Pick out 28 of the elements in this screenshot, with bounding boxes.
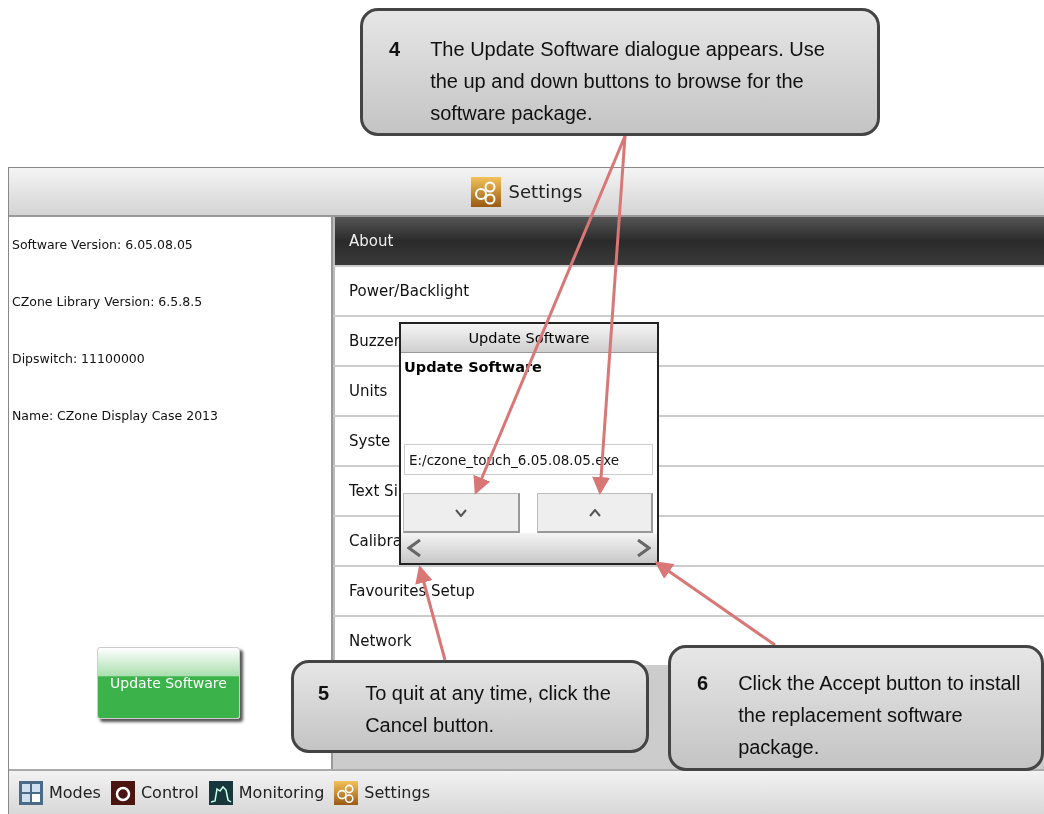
- dialog-title: Update Software: [401, 324, 657, 353]
- gears-icon: [470, 176, 501, 207]
- info-text: CZone Library Version: 6.5.8.5: [12, 294, 204, 311]
- menu-item[interactable]: Favourites Setup: [333, 567, 1044, 615]
- info-text: Dipswitch: 11100000: [12, 351, 146, 368]
- screen-title: Settings: [508, 181, 583, 202]
- menu-item[interactable]: Power/Backlight: [333, 267, 1044, 315]
- step-number: 5: [318, 681, 330, 706]
- info-text: Name: CZone Display Case 2013: [12, 408, 219, 425]
- taskbar-item[interactable]: Modes: [19, 780, 101, 805]
- taskbar-item[interactable]: Control: [110, 780, 199, 805]
- step-number: 4: [389, 37, 401, 62]
- callout-text: To quit at any time, click the Cancel button.: [365, 681, 612, 738]
- chevron-down-icon: [455, 508, 467, 517]
- taskbar-item[interactable]: Monitoring: [208, 780, 325, 805]
- grid-icon: [19, 780, 43, 805]
- callout-text: The Update Software dialogue appears. Use the up and down buttons to browse for the software package.: [430, 37, 826, 126]
- ring-icon: [110, 780, 135, 805]
- down-button[interactable]: [403, 493, 520, 534]
- chevron-up-icon: [588, 508, 601, 517]
- graph-icon: [208, 780, 233, 805]
- taskbar-item[interactable]: Settings: [334, 780, 430, 805]
- menu-item[interactable]: About: [333, 217, 1044, 265]
- info-text: Software Version: 6.05.08.05: [12, 237, 194, 254]
- gears-icon: [334, 780, 359, 805]
- step-number: 6: [697, 671, 709, 696]
- up-button[interactable]: [537, 493, 653, 534]
- callout-text: Click the Accept button to install the replacement software package.: [738, 671, 1022, 760]
